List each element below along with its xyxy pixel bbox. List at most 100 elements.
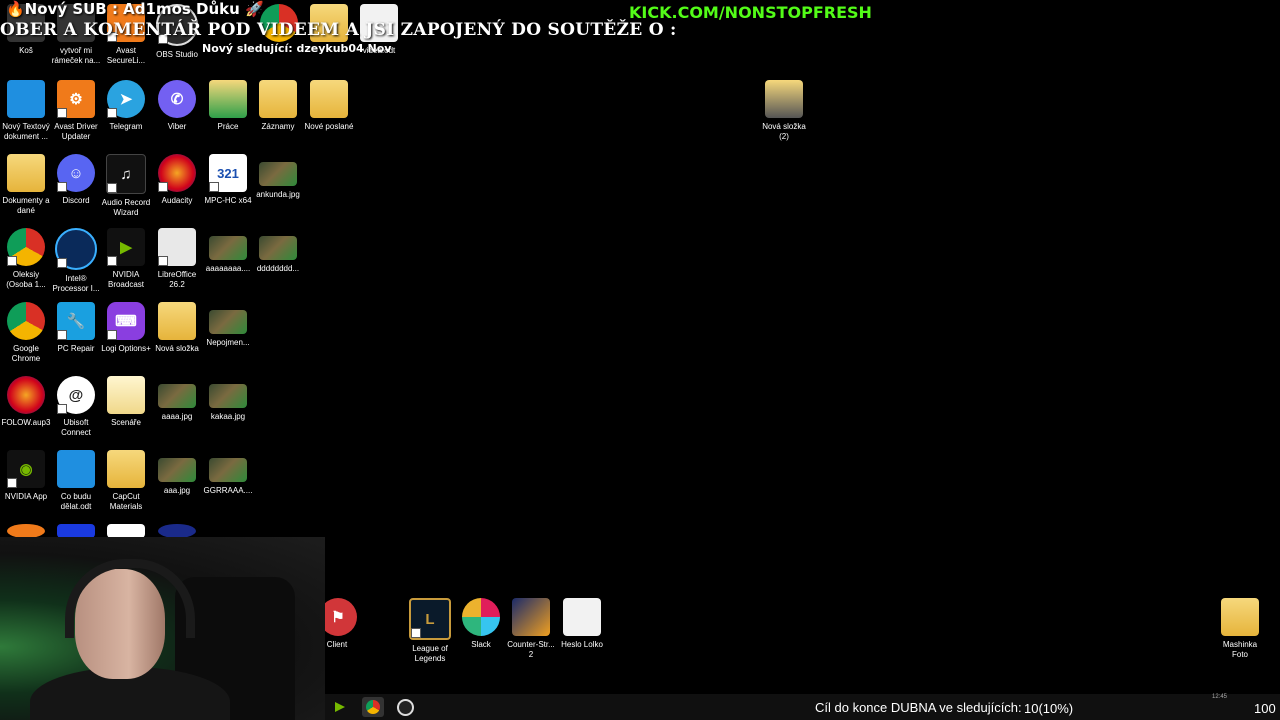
ankunda-image[interactable]: ankunda.jpg (252, 154, 304, 200)
libreoffice-shortcut[interactable]: LibreOffice 26.2 (151, 228, 203, 290)
nvidia-broadcast-icon: ▶ (107, 228, 145, 266)
discord-icon: ☺ (57, 154, 95, 192)
telegram-shortcut[interactable]: ➤ Telegram (100, 80, 152, 132)
counter-strike-shortcut[interactable]: Counter-Str... 2 (505, 598, 557, 660)
icon-label: OBS Studio (156, 50, 198, 59)
audacity-icon (7, 376, 45, 414)
ubisoft-connect-shortcut[interactable]: @ Ubisoft Connect (50, 376, 102, 438)
partial-shortcut[interactable] (50, 524, 102, 538)
icon-label: kakaa.jpg (210, 412, 246, 421)
heslo-lolko-document[interactable]: Heslo Lolko (556, 598, 608, 650)
capcut-materials-folder[interactable]: CapCut Materials (100, 450, 152, 512)
nvidia-icon: ◉ (7, 450, 45, 488)
folder-icon (158, 302, 196, 340)
ticker-overlay: OBER A KOMENTÁŘ POD VIDEEM A JSI ZAPOJEN… (0, 20, 677, 40)
kakaa-image[interactable]: kakaa.jpg (202, 376, 254, 422)
chrome-icon (7, 302, 45, 340)
partial-shortcut[interactable] (151, 524, 203, 538)
icon-label: LibreOffice 26.2 (157, 270, 197, 289)
image-thumbnail-icon (209, 236, 247, 260)
headphones-icon (65, 559, 195, 638)
wrench-icon: 🔧 (57, 302, 95, 340)
icon-label: MPC-HC x64 (204, 196, 252, 205)
document-icon (57, 450, 95, 488)
nepojmen-image[interactable]: Nepojmen... (202, 302, 254, 348)
intel-processor-shortcut[interactable]: Intel® Processor I... (50, 228, 102, 294)
folder-icon (209, 80, 247, 118)
webcam-feed (0, 537, 325, 720)
icon-label: Mashinka Foto (1222, 640, 1258, 659)
avast-driver-updater-shortcut[interactable]: ⚙ Avast Driver Updater (50, 80, 102, 142)
icon-label: Scenáře (111, 418, 141, 427)
icon-label: League of Legends (412, 644, 448, 663)
nvidia-app-shortcut[interactable]: ◉ NVIDIA App (0, 450, 52, 502)
chrome-taskbar-icon[interactable] (362, 697, 384, 717)
viber-icon: ✆ (158, 80, 196, 118)
icon-label: Heslo Lolko (561, 640, 603, 649)
aaa-image[interactable]: aaa.jpg (151, 450, 203, 496)
image-thumbnail-icon (209, 384, 247, 408)
icon-label: Avast Driver Updater (54, 122, 98, 141)
icon-label: PC Repair (57, 344, 95, 353)
icon-label: aaaaaaaa.... (205, 264, 251, 273)
discord-shortcut[interactable]: ☺ Discord (50, 154, 102, 206)
aaaa-image[interactable]: aaaa.jpg (151, 376, 203, 422)
nvidia-broadcast-shortcut[interactable]: ▶ NVIDIA Broadcast (100, 228, 152, 290)
follower-goal-label: Cíl do konce DUBNA ve sledujících: (813, 698, 1022, 718)
scenare-folder[interactable]: Scenáře (100, 376, 152, 428)
folder-icon (259, 80, 297, 118)
icon-label: NVIDIA Broadcast (107, 270, 145, 289)
follower-goal-count: 10(10%) (1024, 701, 1074, 716)
icon-label: Práce (217, 122, 239, 131)
slack-shortcut[interactable]: Slack (455, 598, 507, 650)
ubisoft-icon: @ (57, 376, 95, 414)
document-icon (563, 598, 601, 636)
partial-shortcut[interactable] (100, 524, 152, 538)
taskbar (325, 694, 1280, 720)
league-icon: L (409, 598, 451, 640)
ggrraaa-image[interactable]: GGRRAAA.... (202, 450, 254, 496)
chrome-icon (7, 228, 45, 266)
viber-shortcut[interactable]: ✆ Viber (151, 80, 203, 132)
libreoffice-icon (158, 228, 196, 266)
co-budu-delat-document[interactable]: Co budu dělat.odt (50, 450, 102, 512)
icon-label: Logi Options+ (101, 344, 151, 353)
league-of-legends-shortcut[interactable]: L League of Legends (404, 598, 456, 664)
nove-poslane-folder[interactable]: Nové poslané (303, 80, 355, 132)
icon-label: GGRRAAA.... (203, 486, 253, 495)
kick-url-overlay: KICK.COM/NONSTOPFRESH (629, 3, 872, 22)
image-thumbnail-icon (158, 458, 196, 482)
pc-repair-shortcut[interactable]: 🔧 PC Repair (50, 302, 102, 354)
zaznamy-folder[interactable]: Záznamy (252, 80, 304, 132)
image-thumbnail-icon (259, 162, 297, 186)
mpc-hc-shortcut[interactable]: 321 MPC-HC x64 (202, 154, 254, 206)
nvidia-broadcast-taskbar-icon[interactable] (329, 697, 351, 717)
mashinka-foto-folder[interactable]: Mashinka Foto (1214, 598, 1266, 660)
icon-label: Slack (471, 640, 491, 649)
audio-record-wizard-shortcut[interactable]: ♫ Audio Record Wizard (100, 154, 152, 218)
icon-label: Koš (19, 46, 33, 55)
folow-audacity-project[interactable]: FOLOW.aup3 (0, 376, 52, 428)
follower-goal-target: 100 (1254, 701, 1276, 716)
folder-icon (107, 376, 145, 414)
aaaaaaaa-image[interactable]: aaaaaaaa.... (202, 228, 254, 274)
obs-taskbar-icon[interactable] (394, 697, 416, 717)
icon-label: Ubisoft Connect (61, 418, 91, 437)
icon-label: Audio Record Wizard (101, 198, 151, 217)
icon-label: Telegram (109, 122, 143, 131)
follower-overlay: Nový sledující: dzeykub04 Nov (202, 42, 392, 55)
nova-slozka-folder[interactable]: Nová složka (151, 302, 203, 354)
prace-folder[interactable]: Práce (202, 80, 254, 132)
chrome-oleksiy-shortcut[interactable]: Oleksiy (Osoba 1... (0, 228, 52, 290)
text-document-file[interactable]: Nový Textový dokument ... (0, 80, 52, 142)
audacity-shortcut[interactable]: Audacity (151, 154, 203, 206)
nova-slozka-2-folder[interactable]: Nová složka (2) (758, 80, 810, 142)
logi-options-shortcut[interactable]: ⌨ Logi Options+ (100, 302, 152, 354)
partial-shortcut[interactable] (0, 524, 52, 538)
dddddddd-image[interactable]: dddddddd... (252, 228, 304, 274)
dokumenty-folder[interactable]: Dokumenty a dané (0, 154, 52, 216)
google-chrome-shortcut[interactable]: Google Chrome (0, 302, 52, 364)
image-thumbnail-icon (209, 458, 247, 482)
slack-icon (462, 598, 500, 636)
icon-label: aaaa.jpg (161, 412, 193, 421)
